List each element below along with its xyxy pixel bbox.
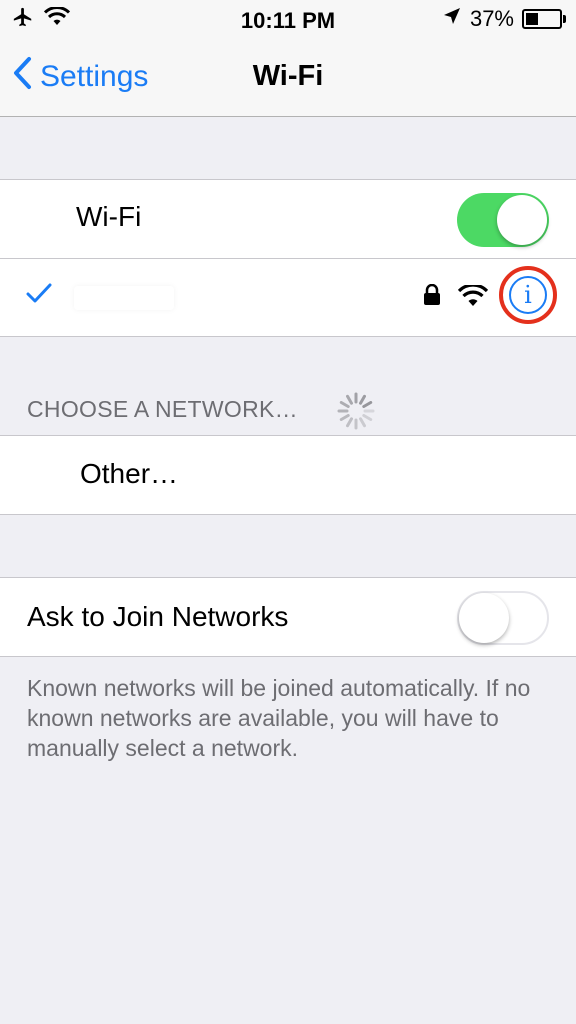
wifi-group: Wi-Fi: [0, 179, 576, 337]
toggle-knob: [459, 593, 509, 643]
checkmark-icon: [26, 282, 52, 309]
status-right: 37%: [442, 6, 566, 32]
ask-to-join-footer: Known networks will be joined automatica…: [27, 675, 531, 761]
spinner-spoke: [359, 394, 366, 405]
battery-icon: [522, 9, 566, 29]
ask-to-join-row: Ask to Join Networks: [0, 578, 576, 656]
spinner-spoke: [362, 414, 373, 421]
battery-percent: 37%: [469, 6, 514, 31]
spinner-spoke: [339, 401, 350, 408]
wifi-toggle[interactable]: [457, 193, 549, 247]
networks-group: Other…: [0, 435, 576, 515]
battery-fill: [526, 13, 538, 25]
network-name: [74, 286, 174, 310]
toggle-knob: [497, 195, 547, 245]
lock-icon: [423, 283, 441, 311]
page-title: Wi-Fi: [252, 60, 324, 92]
loading-spinner-icon: [337, 392, 375, 435]
info-button-highlight[interactable]: i: [499, 266, 557, 324]
navigation-bar: Settings Wi-Fi: [0, 40, 576, 117]
spinner-spoke: [362, 401, 373, 408]
status-bar: 10:11 PM 37%: [0, 0, 576, 40]
location-arrow-icon: [442, 6, 462, 32]
spinner-spoke: [346, 417, 353, 428]
wifi-toggle-row: Wi-Fi: [0, 180, 576, 258]
spinner-spoke: [339, 414, 350, 421]
wifi-label: Wi-Fi: [76, 201, 142, 232]
choose-network-header: CHOOSE A NETWORK…: [27, 396, 298, 422]
spinner-spoke: [346, 394, 353, 405]
ask-to-join-label: Ask to Join Networks: [27, 601, 289, 632]
ask-join-group: Ask to Join Networks: [0, 577, 576, 657]
spinner-spoke: [359, 417, 366, 428]
ask-to-join-toggle[interactable]: [457, 591, 549, 645]
wifi-strength-icon: [457, 283, 489, 312]
info-icon[interactable]: i: [509, 276, 547, 314]
connected-network-row[interactable]: [0, 258, 576, 336]
other-label: Other…: [80, 458, 179, 489]
other-network-row[interactable]: Other…: [0, 436, 576, 514]
